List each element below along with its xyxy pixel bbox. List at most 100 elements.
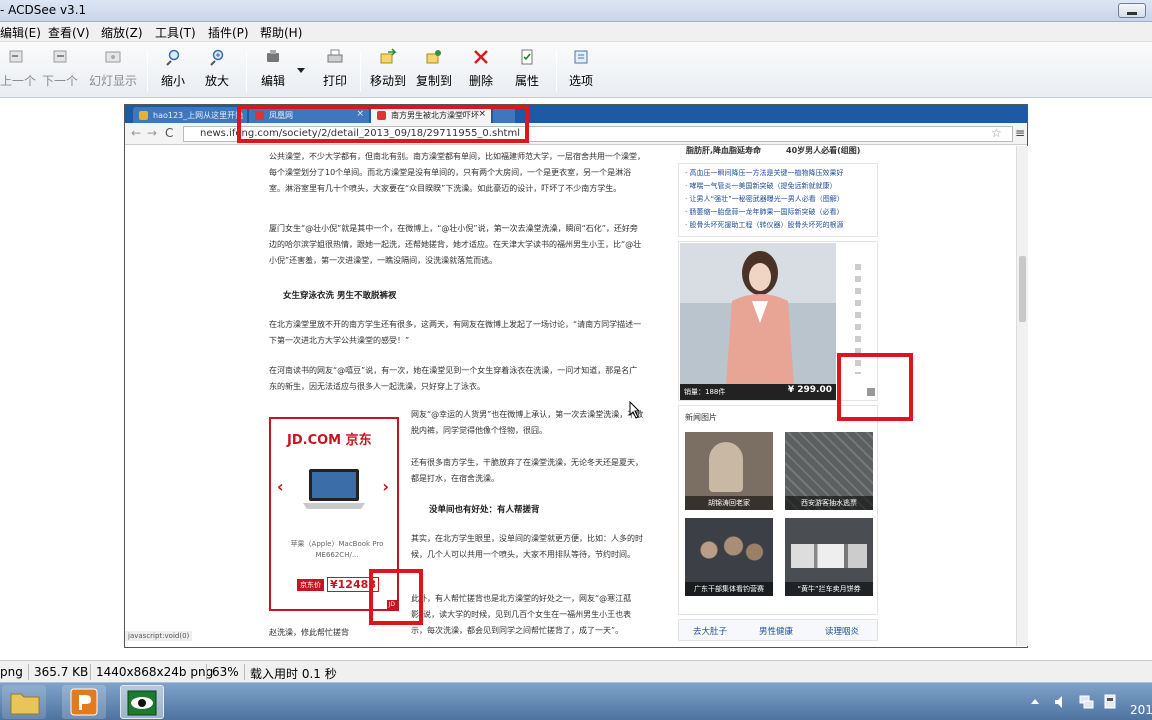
menu-plugins[interactable]: 插件(P) [208,24,249,41]
browser-status-link: javascript:void(0) [125,631,193,641]
delete-icon [474,50,488,64]
article-paragraph: 此外，有人帮忙搓背也是北方澡堂的好处之一，网友“@寒江孤影”说，读大学的时候，见… [411,594,632,635]
carousel-next-icon: › [382,477,389,496]
zoom-in-icon [210,49,224,66]
photo-caption: 西安游客抽水逃票 [785,496,873,510]
article-paragraph: 其实，在北方学生眼里，没单间的澡堂就更方便，比如：人多的时候，几个人可以共用一个… [411,534,643,559]
news-photo: 胡锦涛回老家 [685,432,773,510]
options-button[interactable]: 选项 [564,48,598,94]
edit-icon [267,50,279,62]
photo-caption: “黄牛”拦车卖月饼券 [785,582,873,596]
minimize-button[interactable] [1118,3,1146,18]
article-paragraph: 网友“@幸运的人货男”也在微博上承认，第一次去澡堂洗澡，不敢脱内裤，同学觉得他像… [411,410,644,435]
news-photo: “黄牛”拦车卖月饼券 [785,518,873,596]
move-to-icon [380,48,397,64]
price-label: 京东价 [297,579,324,591]
article-paragraph: 还有很多南方学生，干脆放弃了在澡堂洗澡，无论冬天还是夏天，都是打水，在宿舍洗澡。 [411,458,643,483]
status-divider [90,664,91,680]
product-name: 苹果（Apple）MacBook Pro ME662CH/... [290,540,384,559]
back-arrow-icon: ← [131,126,142,140]
show-hidden-icons-icon[interactable] [1030,697,1040,705]
move-to-button[interactable]: 移动到 [368,48,408,94]
power-icon[interactable] [1102,693,1118,709]
edit-dropdown[interactable] [294,48,308,94]
slideshow-icon [105,51,121,63]
favicon-icon [139,111,148,120]
options-icon [574,50,588,64]
news-photo: 西安游客抽水逃票 [785,432,873,510]
jd-logo: JD.COM 京东 [287,433,372,448]
status-filetype: png [0,665,23,679]
properties-button[interactable]: 属性 [510,48,544,94]
taskbar-explorer[interactable] [2,685,46,719]
article-paragraph: 在北方澡堂里放不开的南方学生还有很多，这两天，有网友在微博上发起了一场讨论，“请… [269,320,642,345]
news-link: · 哮喘一气管炎一美国新突破（提免远新就就康） [685,182,837,190]
toolbar-separator [556,50,557,92]
article-subheading: 没单间也有好处：有人帮搓背 [429,505,540,515]
menu-tools[interactable]: 工具(T) [155,24,196,41]
article-subheading: 女生穿泳衣洗 男生不敢脱裤衩 [283,291,397,301]
menu-icon: ≡ [1015,126,1026,140]
next-image-icon [53,50,67,63]
health-tab: 读理咽炎 [825,627,860,637]
next-button[interactable]: 下一个 [40,48,80,94]
folder-icon [10,693,40,715]
article-paragraph: 在河南读书的网友“@嘻豆”说，有一次，她在澡堂见到一个女生穿着泳衣在洗澡，一问才… [269,366,638,391]
status-load-time: 载入用时 0.1 秒 [250,667,337,681]
status-divider [28,664,29,680]
annotation-box-jd-badge [369,569,423,625]
menu-help[interactable]: 帮助(H) [260,24,302,41]
properties-icon [521,49,533,65]
status-bar: png 365.7 KB 1440x868x24b png 63% 载入用时 0… [0,660,1152,682]
displayed-image: hao123_上网从这里开始 凤凰网 × 南方男生被北方澡堂吓坏 × ← → C n… [124,104,1028,648]
star-icon: ☆ [991,126,1002,140]
copy-to-icon [426,50,441,64]
health-tabs: 去大肚子 男性健康 读理咽炎 [678,619,878,641]
presentation-icon [70,688,98,716]
banner-left-text: 脂肪肝,降血脂延寿命 [686,146,762,155]
taskbar-powerpoint[interactable] [62,685,106,719]
news-link: · 肠萎缩一胎盘蒜一龙年肺果一国际新突破（必看） [685,208,844,216]
laptop-image [303,469,365,509]
volume-icon[interactable] [1054,695,1068,709]
photo-cars-figure [791,544,867,568]
photo-people-figure [709,442,743,492]
status-zoom: 63% [212,665,239,679]
health-tab: 去大肚子 [693,627,728,637]
article-paragraph: 赵洗澡，修此帮忙搓背 [269,628,349,637]
product-price: ¥ 299.00 [787,385,832,395]
page-scrollbar[interactable] [1016,146,1028,646]
menu-zoom[interactable]: 缩放(Z) [101,24,143,41]
network-icon[interactable] [1078,693,1094,709]
sidebar-banner: 脂肪肝,降血脂延寿命 40岁男人必看(组图) [678,145,878,159]
scrollbar-thumb[interactable] [1019,256,1026,322]
toolbar-separator [246,50,247,92]
status-dimensions: 1440x868x24b png [96,665,214,679]
menu-bar: 编辑(E) 查看(V) 缩放(Z) 工具(T) 插件(P) 帮助(H) [0,22,1152,42]
taskbar-clock: 201 [1130,703,1152,717]
news-link: · 让男人“强壮”一秘密武器曝光一男人必看（图解） [685,195,844,203]
taskbar-acdsee[interactable] [120,685,164,719]
zoom-in-button[interactable]: 放大 [200,48,234,94]
banner-right-text: 40岁男人必看(组图) [786,146,861,155]
print-button[interactable]: 打印 [318,48,352,94]
window-title: - ACDSee v3.1 [0,3,87,17]
copy-to-button[interactable]: 复制到 [414,48,454,94]
status-divider [244,664,245,680]
news-pictures-title: 新闻图片 [685,413,717,422]
product-sales: 销量：188件 [684,388,726,396]
delete-button[interactable]: 删除 [464,48,498,94]
taskbar: 201 [0,682,1152,720]
annotation-box-ad-icon [837,353,913,421]
menu-view[interactable]: 查看(V) [48,24,90,41]
prev-button[interactable]: 上一个 [0,48,36,94]
zoom-out-icon [166,49,180,66]
annotation-box-url [237,105,529,143]
news-photo: 广东干部集体看钓营赛 [685,518,773,596]
carousel-prev-icon: ‹ [277,477,284,496]
edit-button[interactable]: 编辑 [256,48,290,94]
menu-edit[interactable]: 编辑(E) [0,24,41,41]
slideshow-button[interactable]: 幻灯显示 [86,48,140,94]
acdsee-eye-icon [127,690,157,716]
zoom-out-button[interactable]: 缩小 [156,48,190,94]
